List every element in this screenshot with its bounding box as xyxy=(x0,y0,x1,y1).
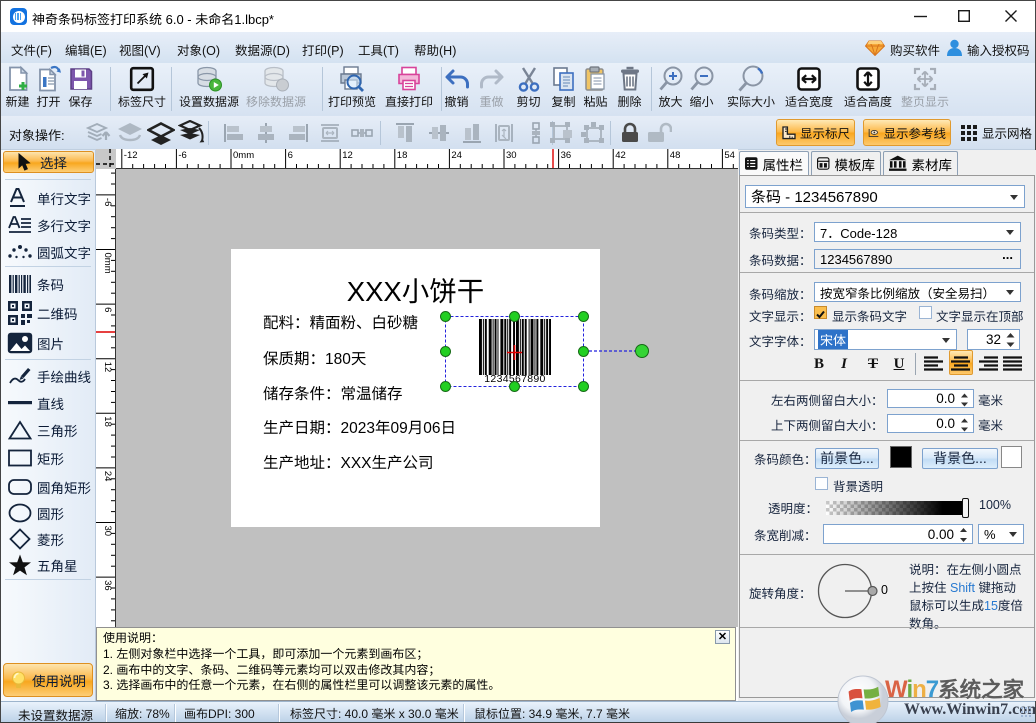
svg-text:30: 30 xyxy=(102,526,113,537)
svg-text:30: 30 xyxy=(506,150,517,161)
svg-text:12: 12 xyxy=(102,362,113,373)
svg-text:12: 12 xyxy=(342,150,353,161)
svg-text:0mm: 0mm xyxy=(233,150,254,161)
svg-text:24: 24 xyxy=(451,150,462,161)
svg-text:0mm: 0mm xyxy=(102,253,113,274)
svg-text:54: 54 xyxy=(724,150,735,161)
svg-text:-6: -6 xyxy=(102,198,113,206)
svg-text:42: 42 xyxy=(615,150,626,161)
svg-text:36: 36 xyxy=(102,580,113,591)
svg-text:24: 24 xyxy=(102,471,113,482)
svg-text:36: 36 xyxy=(561,150,572,161)
svg-text:18: 18 xyxy=(397,150,408,161)
svg-text:-6: -6 xyxy=(178,150,186,161)
svg-text:-12: -12 xyxy=(124,150,138,161)
svg-text:6: 6 xyxy=(288,150,293,161)
svg-text:18: 18 xyxy=(102,416,113,427)
svg-text:6: 6 xyxy=(102,307,113,312)
svg-text:48: 48 xyxy=(670,150,681,161)
